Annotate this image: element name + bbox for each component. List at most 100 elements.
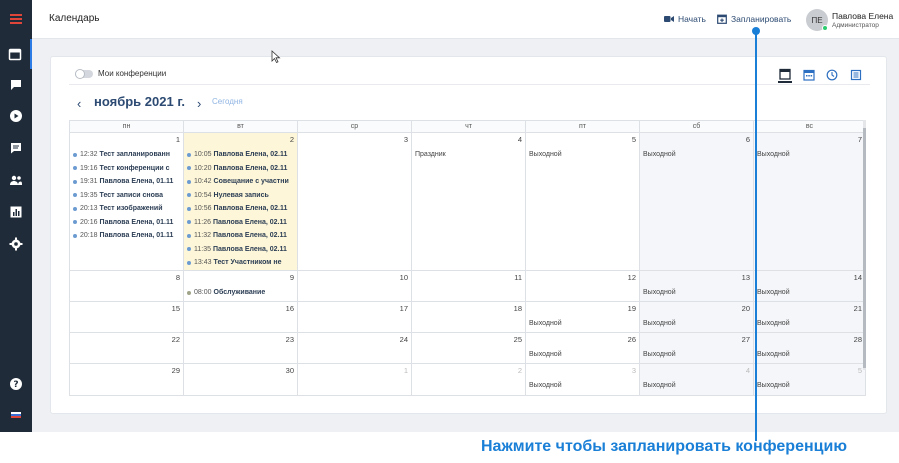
- day-cell[interactable]: 11: [412, 271, 526, 302]
- day-number: 17: [399, 304, 408, 313]
- menu-icon[interactable]: [0, 4, 32, 34]
- event-dot-icon: [73, 152, 77, 157]
- weekday-header: вс: [754, 121, 866, 133]
- day-cell[interactable]: 2: [412, 364, 526, 396]
- day-cell[interactable]: 1 12:32 Тест запланированн 19:16 Тест конфер…: [70, 133, 184, 271]
- chevron-right-icon[interactable]: ›: [197, 96, 201, 111]
- my-conferences-toggle[interactable]: [75, 69, 93, 79]
- my-conferences-label: Мои конференции: [98, 69, 167, 78]
- day-cell[interactable]: 9 08:00 Обслуживание: [184, 271, 298, 302]
- day-note: Выходной: [529, 320, 562, 327]
- month-grid: пн вт ср чт пт сб вс 1 12:32 Тест запланированн 19…: [69, 120, 866, 396]
- list-view-icon[interactable]: [849, 67, 863, 83]
- users-icon[interactable]: [0, 165, 32, 195]
- chevron-left-icon[interactable]: ‹: [77, 96, 81, 111]
- day-number: 4: [517, 135, 522, 144]
- event-dot-icon: [187, 206, 191, 211]
- day-cell[interactable]: 20 Выходной: [640, 302, 754, 333]
- day-cell[interactable]: 12: [526, 271, 640, 302]
- month-view-icon[interactable]: [778, 67, 792, 83]
- day-cell[interactable]: 22: [70, 333, 184, 364]
- day-cell[interactable]: 5 Выходной: [526, 133, 640, 271]
- day-number: 19: [627, 304, 636, 313]
- calendar-icon[interactable]: [0, 39, 32, 69]
- day-cell[interactable]: 15: [70, 302, 184, 333]
- day-number: 10: [399, 273, 408, 282]
- calendar-event[interactable]: 10:56 Павлова Елена, 02.11: [187, 205, 287, 212]
- page-title: Календарь: [49, 13, 100, 24]
- week-view-icon[interactable]: [802, 67, 816, 83]
- calendar-event[interactable]: 10:20 Павлова Елена, 02.11: [187, 165, 287, 172]
- day-cell[interactable]: 13 Выходной: [640, 271, 754, 302]
- event-time: 19:31: [80, 178, 98, 185]
- day-cell[interactable]: 19 Выходной: [526, 302, 640, 333]
- calendar-event[interactable]: 19:16 Тест конференции с: [73, 165, 170, 172]
- callout-text: Нажмите чтобы запланировать конференцию: [481, 438, 847, 455]
- event-time: 20:13: [80, 205, 98, 212]
- event-time: 10:20: [194, 164, 212, 172]
- day-cell[interactable]: 2 10:05 Павлова Елена, 02.11 10:20 Павлова Е…: [184, 133, 298, 271]
- day-cell[interactable]: 16: [184, 302, 298, 333]
- reports-icon[interactable]: [0, 197, 32, 227]
- day-cell[interactable]: 21 Выходной: [754, 302, 866, 333]
- calendar-event[interactable]: 20:18 Павлова Елена, 01.11: [73, 232, 173, 239]
- day-number: 22: [171, 335, 180, 344]
- language-flag-icon[interactable]: [0, 400, 32, 430]
- event-dot-icon: [187, 220, 191, 224]
- calendar-event[interactable]: 10:05 Павлова Елена, 02.11: [187, 151, 287, 158]
- event-dot-icon: [73, 179, 77, 184]
- day-cell[interactable]: 14 Выходной: [754, 271, 866, 302]
- calendar-event[interactable]: 08:00 Обслуживание: [187, 289, 265, 296]
- day-cell[interactable]: 8: [70, 271, 184, 302]
- chat-icon[interactable]: [0, 70, 32, 100]
- day-cell[interactable]: 27 Выходной: [640, 333, 754, 364]
- day-cell[interactable]: 4 Праздник: [412, 133, 526, 271]
- day-note: Выходной: [643, 289, 676, 296]
- day-cell[interactable]: 7 Выходной: [754, 133, 866, 271]
- day-cell[interactable]: 3: [298, 133, 412, 271]
- start-button[interactable]: Начать: [664, 14, 706, 24]
- clock-view-icon[interactable]: [825, 67, 839, 83]
- calendar-event[interactable]: 20:13 Тест изображений: [73, 205, 163, 212]
- event-time: 11:26: [194, 218, 211, 226]
- day-cell[interactable]: 17: [298, 302, 412, 333]
- event-title: Тест Участником не: [213, 259, 282, 266]
- day-cell[interactable]: 4 Выходной: [640, 364, 754, 396]
- schedule-button[interactable]: Запланировать: [717, 14, 791, 24]
- calendar-event[interactable]: 10:42 Совещание с участни: [187, 178, 289, 185]
- play-icon[interactable]: [0, 101, 32, 131]
- day-cell[interactable]: 29: [70, 364, 184, 396]
- scrollbar-thumb[interactable]: [863, 128, 866, 368]
- calendar-event[interactable]: 11:26 Павлова Елена, 02.11: [187, 219, 287, 226]
- day-cell[interactable]: 5 Выходной: [754, 364, 866, 396]
- day-cell[interactable]: 28 Выходной: [754, 333, 866, 364]
- day-cell[interactable]: 6 Выходной: [640, 133, 754, 271]
- user-name[interactable]: Павлова Елена: [832, 11, 893, 21]
- day-cell[interactable]: 1: [298, 364, 412, 396]
- day-cell[interactable]: 23: [184, 333, 298, 364]
- day-cell[interactable]: 3 Выходной: [526, 364, 640, 396]
- calendar-event[interactable]: 19:31 Павлова Елена, 01.11: [73, 178, 173, 185]
- weekday-header: пн: [70, 121, 184, 133]
- day-cell[interactable]: 10: [298, 271, 412, 302]
- help-icon[interactable]: ?: [0, 369, 32, 399]
- day-note: Выходной: [757, 151, 790, 158]
- calendar-event[interactable]: 10:54 Нулевая запись: [187, 192, 269, 199]
- calendar-event[interactable]: 19:35 Тест записи снова: [73, 192, 163, 199]
- day-note: Выходной: [529, 382, 562, 389]
- calendar-event[interactable]: 20:16 Павлова Елена, 01.11: [73, 219, 173, 226]
- day-number: 25: [513, 335, 522, 344]
- messages-icon[interactable]: [0, 133, 32, 163]
- event-dot-icon: [73, 193, 77, 197]
- day-cell[interactable]: 25: [412, 333, 526, 364]
- day-cell[interactable]: 26 Выходной: [526, 333, 640, 364]
- calendar-event[interactable]: 11:35 Павлова Елена, 02.11: [187, 246, 287, 253]
- settings-icon[interactable]: [0, 229, 32, 259]
- today-button[interactable]: Сегодня: [212, 97, 243, 106]
- calendar-event[interactable]: 11:32 Павлова Елена, 02.11: [187, 232, 287, 239]
- day-cell[interactable]: 30: [184, 364, 298, 396]
- calendar-event[interactable]: 12:32 Тест запланированн: [73, 151, 170, 158]
- calendar-event[interactable]: 13:43 Тест Участником не: [187, 259, 282, 266]
- day-cell[interactable]: 24: [298, 333, 412, 364]
- day-cell[interactable]: 18: [412, 302, 526, 333]
